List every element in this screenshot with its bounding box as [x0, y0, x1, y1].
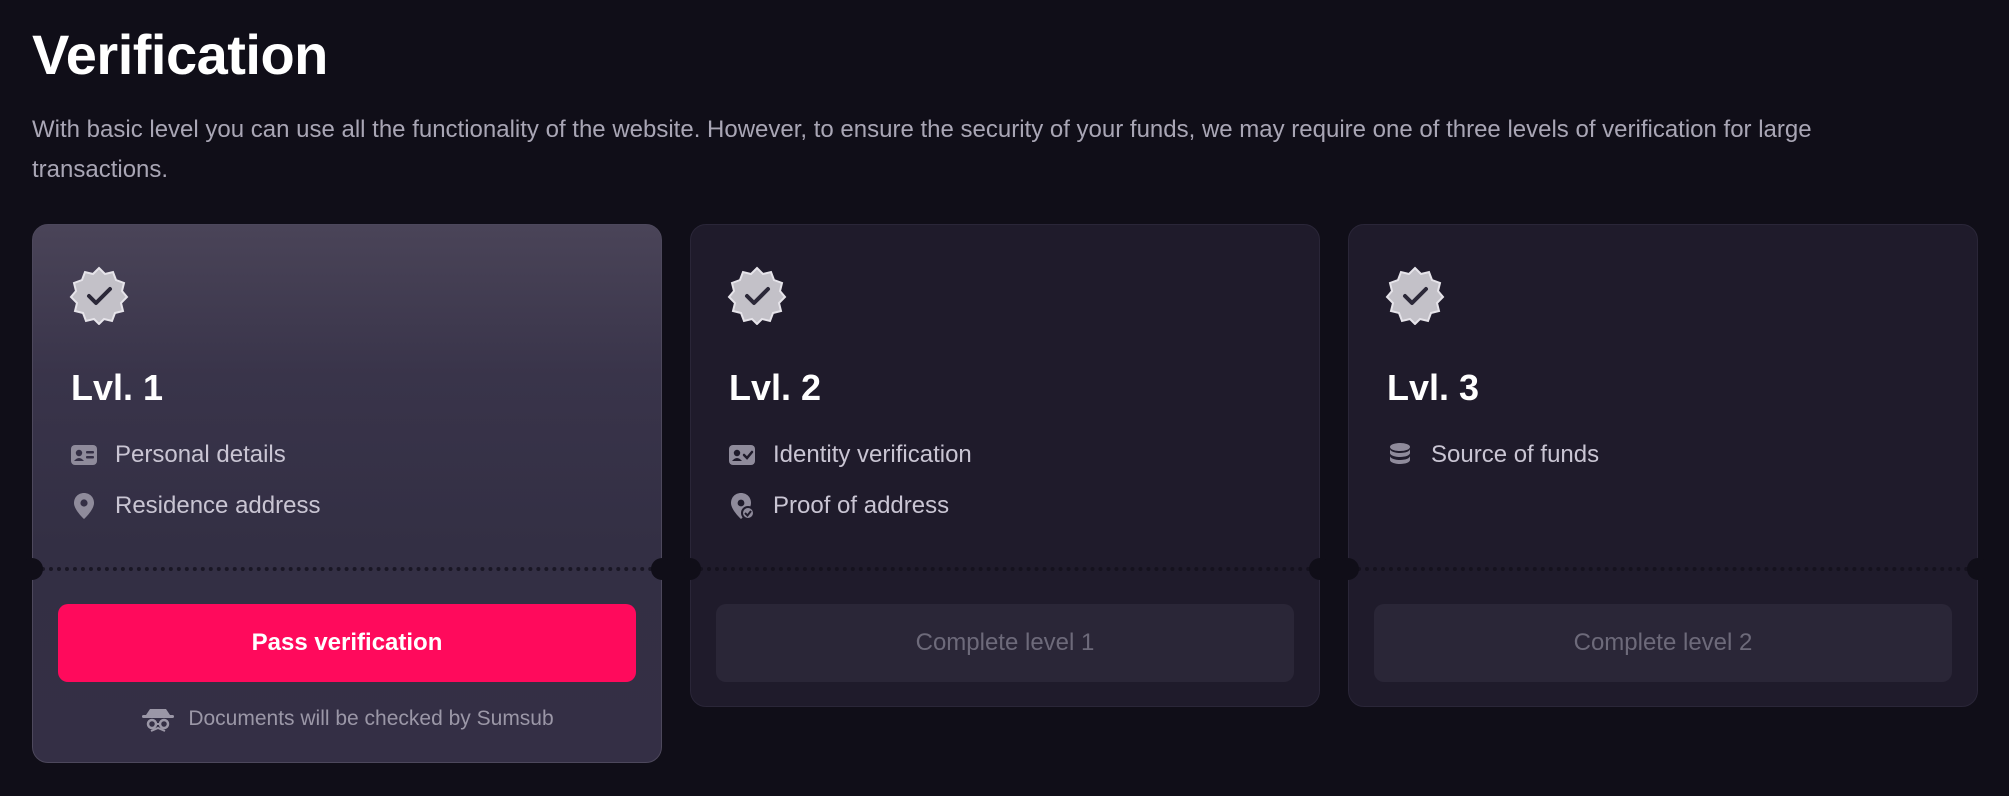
verification-page: Verification With basic level you can us…: [0, 0, 2009, 796]
location-pin-icon: [71, 493, 97, 519]
level-card-3: Lvl. 3 Source of funds Complete level 2: [1337, 224, 1989, 707]
divider-notch: [1309, 558, 1331, 580]
requirement-item: Identity verification: [729, 441, 972, 469]
dotted-divider: [33, 567, 661, 571]
requirement-text: Proof of address: [773, 492, 950, 519]
requirement-text: Residence address: [115, 492, 321, 519]
requirement-item: Proof of address: [729, 492, 949, 520]
level-label: Lvl. 3: [1387, 367, 1480, 408]
verified-badge-icon: [727, 266, 787, 325]
level-card-1: Lvl. 1 Personal details Residence addres…: [21, 224, 673, 763]
id-card-icon: [71, 442, 97, 468]
divider-notch: [21, 558, 43, 580]
requirement-text: Source of funds: [1431, 441, 1600, 468]
requirement-item: Source of funds: [1387, 441, 1599, 469]
address-proof-icon: [729, 493, 755, 520]
sumsub-note: Documents will be checked by Sumsub: [33, 705, 661, 733]
dotted-divider: [1349, 567, 1977, 571]
level-label: Lvl. 1: [71, 367, 164, 408]
divider-notch: [1967, 558, 1989, 580]
coins-stack-icon: [1387, 442, 1413, 468]
page-title: Verification: [32, 23, 328, 86]
dotted-divider: [691, 567, 1319, 571]
divider-notch: [651, 558, 673, 580]
id-check-icon: [729, 442, 755, 468]
complete-level-1-button[interactable]: Complete level 1: [716, 604, 1294, 682]
requirement-item: Personal details: [71, 441, 286, 469]
sumsub-text: Documents will be checked by Sumsub: [188, 707, 554, 730]
verified-badge-icon: [69, 266, 129, 325]
requirement-text: Personal details: [115, 441, 286, 468]
complete-level-2-button[interactable]: Complete level 2: [1374, 604, 1952, 682]
requirement-text: Identity verification: [773, 441, 972, 468]
verified-badge-icon: [1385, 266, 1445, 325]
requirement-item: Residence address: [71, 492, 320, 520]
page-description: With basic level you can use all the fun…: [32, 116, 1812, 183]
divider-notch: [679, 558, 701, 580]
level-label: Lvl. 2: [729, 367, 822, 408]
pass-verification-button[interactable]: Pass verification: [58, 604, 636, 682]
level-card-2: Lvl. 2 Identity verification Proof of ad…: [679, 224, 1331, 707]
levels-container: Lvl. 1 Personal details Residence addres…: [21, 224, 1989, 763]
divider-notch: [1337, 558, 1359, 580]
sumsub-icon: [142, 709, 175, 732]
